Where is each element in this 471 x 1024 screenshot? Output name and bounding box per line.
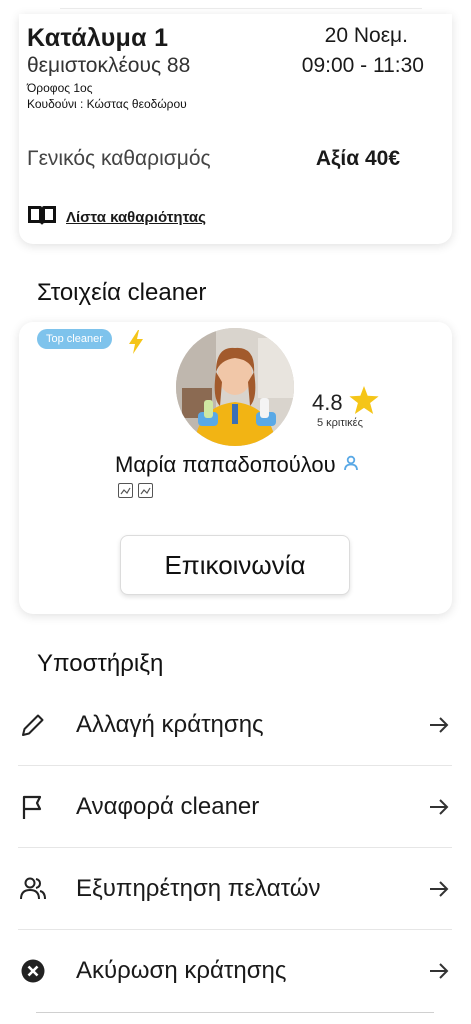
support-item-label: Αλλαγή κράτησης — [76, 710, 264, 738]
star-icon — [348, 386, 379, 419]
arrow-right-icon — [428, 714, 450, 736]
support-item-label: Εξυπηρέτηση πελατών — [76, 874, 321, 902]
service-type: Γενικός καθαρισμός — [27, 147, 211, 170]
booking-date: 20 Νοεμ. — [324, 24, 408, 47]
rating-value: 4.8 — [312, 389, 343, 415]
checklist-link[interactable]: Λίστα καθαριότητας — [27, 204, 206, 231]
booking-time: 09:00 - 11:30 — [301, 54, 424, 77]
people-icon — [18, 874, 48, 904]
top-divider — [60, 8, 422, 9]
support-item-customer-service[interactable]: Εξυπηρέτηση πελατών — [18, 848, 452, 930]
arrow-right-icon — [428, 796, 450, 818]
cleaner-name-text: Μαρία παπαδοπούλου — [115, 452, 336, 477]
cleaner-tags — [118, 483, 153, 498]
flag-icon — [18, 792, 48, 822]
checklist-label: Λίστα καθαριότητας — [66, 209, 206, 226]
property-floor: Όροφος 1ος — [27, 81, 93, 95]
property-title: Κατάλυμα 1 — [27, 24, 169, 52]
support-item-report-cleaner[interactable]: Αναφορά cleaner — [18, 766, 452, 848]
person-icon — [343, 455, 359, 476]
support-item-label: Ακύρωση κράτησης — [76, 957, 287, 984]
top-cleaner-badge: Top cleaner — [37, 329, 112, 349]
arrow-right-icon — [428, 960, 450, 982]
support-item-label: Αναφορά cleaner — [76, 792, 260, 820]
support-item-cancel-booking[interactable]: Ακύρωση κράτησης — [18, 930, 452, 1012]
property-address: θεμιστοκλέους 88 — [27, 54, 191, 77]
tag-icon — [118, 483, 133, 498]
support-section-title: Υποστήριξη — [37, 650, 164, 677]
arrow-right-icon — [428, 878, 450, 900]
book-icon — [27, 204, 57, 231]
contact-button[interactable]: Επικοινωνία — [120, 535, 350, 595]
bottom-divider — [36, 1012, 434, 1013]
cleaner-name: Μαρία παπαδοπούλου — [115, 452, 359, 478]
rating: 4.8 — [312, 386, 379, 419]
cancel-circle-icon — [18, 956, 48, 986]
lightning-icon — [127, 330, 145, 359]
property-doorbell: Κουδούνι : Κώστας θεοδώρου — [27, 97, 187, 111]
tag-icon — [138, 483, 153, 498]
cleaner-avatar — [176, 328, 294, 446]
reviews-count: 5 κριτικές — [317, 417, 363, 429]
cleaner-card: Top cleaner 4.8 5 κριτικές Μαρία παπαδοπ… — [19, 322, 452, 614]
booking-card: Κατάλυμα 1 θεμιστοκλέους 88 Όροφος 1ος Κ… — [19, 14, 452, 244]
cleaner-section-title: Στοιχεία cleaner — [37, 279, 207, 306]
service-price: Αξία 40€ — [315, 147, 400, 170]
pencil-icon — [18, 710, 48, 740]
support-item-change-booking[interactable]: Αλλαγή κράτησης — [18, 684, 452, 766]
